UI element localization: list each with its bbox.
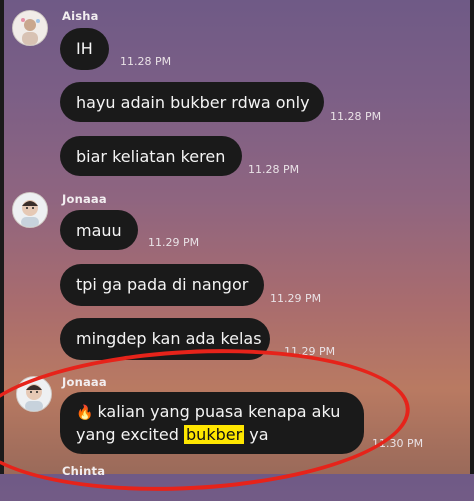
message-bubble[interactable]: hayu adain bukber rdwa only — [60, 82, 324, 122]
avatar-baby-icon — [13, 193, 47, 227]
avatar-aisha-icon — [13, 11, 47, 45]
message-line-2: yang excited bukber ya — [76, 424, 348, 445]
sender-name-aisha: Aisha — [62, 9, 99, 23]
message-text: biar keliatan keren — [76, 147, 226, 166]
left-frame-edge — [0, 0, 4, 474]
avatar-jonaaa[interactable] — [16, 376, 52, 412]
message-line-1: 🔥 kalian yang puasa kenapa aku — [76, 401, 348, 424]
message-text: mauu — [76, 221, 122, 240]
avatar-jonaaa[interactable] — [12, 192, 48, 228]
message-text: IH — [76, 39, 93, 58]
message-time: 11.30 PM — [372, 437, 424, 450]
message-bubble[interactable]: tpi ga pada di nangor — [60, 264, 264, 306]
message-text: hayu adain bukber rdwa only — [76, 93, 310, 112]
message-time: 11.28 PM — [330, 110, 382, 123]
fire-emoji-icon: 🔥 — [76, 405, 94, 421]
message-text: mingdep kan ada kelas — [76, 329, 262, 348]
sender-name-next: Chinta — [62, 464, 106, 478]
message-time: 11.29 PM — [148, 236, 200, 249]
highlighted-word: bukber — [184, 425, 245, 444]
message-bubble[interactable]: 🔥 kalian yang puasa kenapa aku yang excit… — [60, 392, 364, 454]
message-text: ya — [244, 425, 269, 444]
message-bubble[interactable]: biar keliatan keren — [60, 136, 242, 176]
message-text: tpi ga pada di nangor — [76, 275, 249, 294]
message-text: yang excited — [76, 425, 185, 444]
message-time: 11.28 PM — [248, 163, 300, 176]
message-bubble[interactable]: IH — [60, 28, 109, 70]
message-bubble[interactable]: mauu — [60, 210, 138, 250]
right-frame-edge — [470, 0, 474, 474]
message-time: 11.28 PM — [120, 55, 172, 68]
sender-name-jonaaa: Jonaaa — [62, 375, 107, 389]
avatar-baby-icon — [17, 377, 51, 411]
message-bubble[interactable]: mingdep kan ada kelas — [60, 318, 270, 360]
message-time: 11.29 PM — [270, 292, 322, 305]
message-time: 11.29 PM — [284, 345, 336, 358]
message-text: kalian yang puasa kenapa aku — [97, 402, 341, 421]
sender-name-jonaaa: Jonaaa — [62, 192, 107, 206]
avatar-aisha[interactable] — [12, 10, 48, 46]
